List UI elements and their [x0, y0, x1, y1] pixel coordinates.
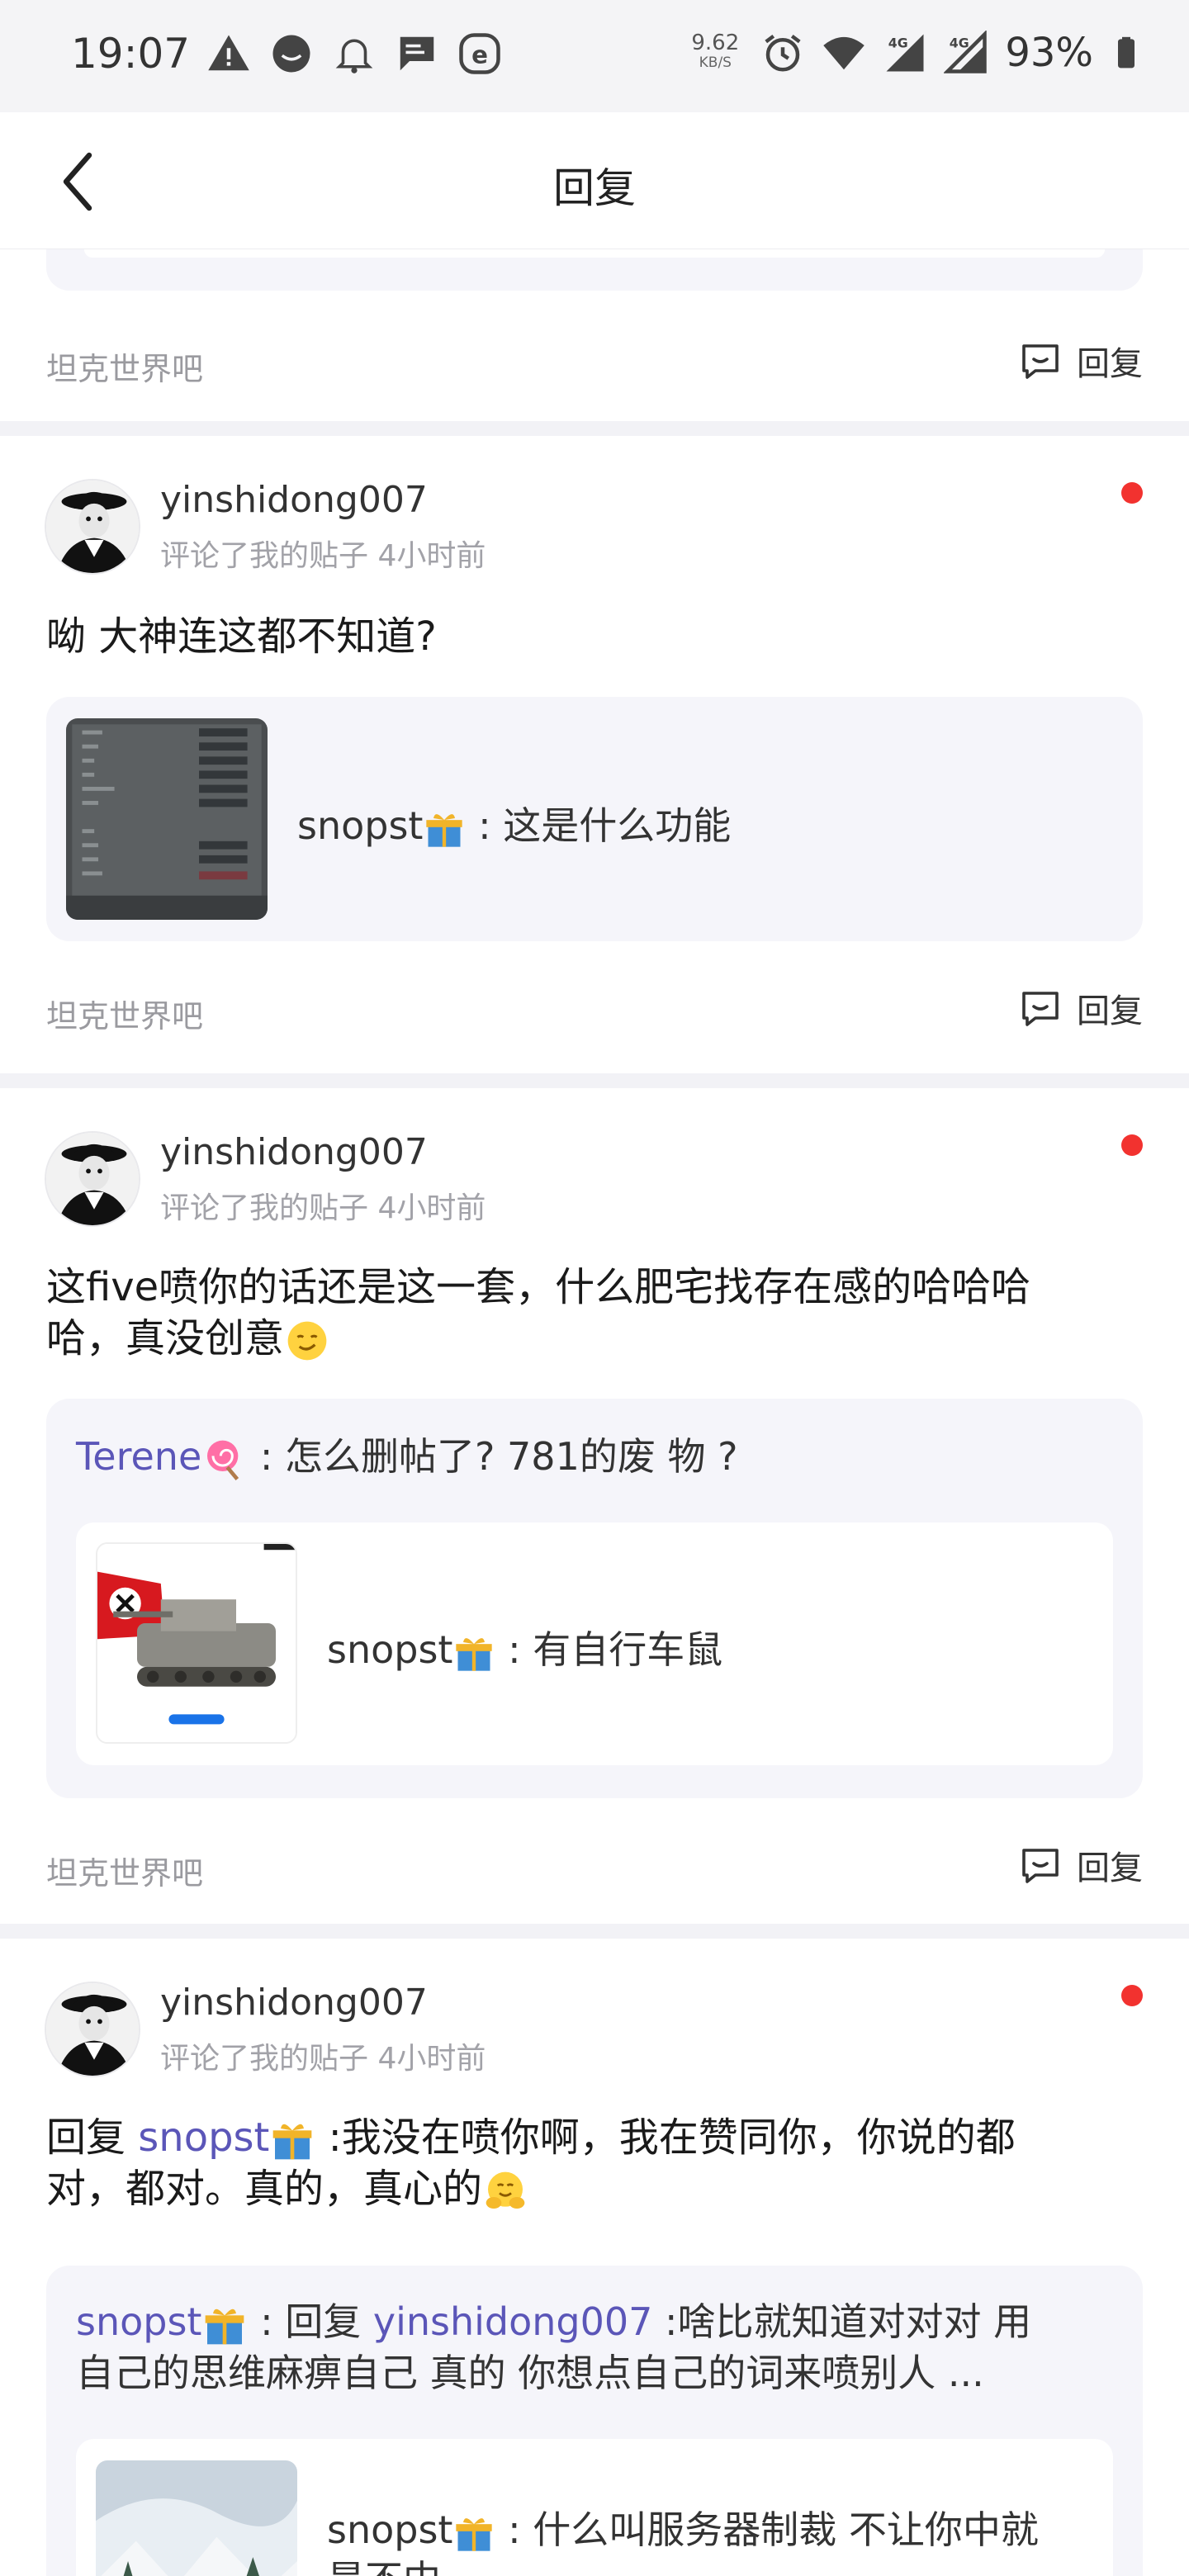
- cell-signal-icon: 4G: [886, 34, 924, 72]
- comment-text: 这five喷你的话还是这一套，什么肥宅找存在感的哈哈哈 哈，真没创意: [46, 1262, 1144, 1364]
- unread-dot: [1121, 1985, 1143, 2006]
- svg-text:4G: 4G: [888, 35, 908, 50]
- divider: [0, 1073, 1189, 1088]
- comment-text: 呦 大神连这都不知道?: [46, 613, 437, 660]
- svg-text:e: e: [471, 40, 488, 69]
- avatar-image: [46, 1133, 139, 1225]
- reply-icon: [1022, 344, 1059, 379]
- avatar-image: [46, 1983, 139, 2076]
- post-thumbnail[interactable]: [96, 2460, 297, 2576]
- username[interactable]: yinshidong007: [160, 1982, 428, 2024]
- forum-name[interactable]: 坦克世界吧: [46, 1848, 203, 1893]
- notification-card[interactable]: yinshidong007 评论了我的贴子 4小时前 这five喷你的话还是这一…: [0, 1088, 1189, 1922]
- reply-icon: [1022, 1849, 1059, 1883]
- reply-button[interactable]: 回复: [1019, 337, 1143, 385]
- nav-bar: 回复: [0, 112, 1189, 249]
- post-thumbnail[interactable]: [96, 1542, 297, 1744]
- message-icon: [400, 36, 434, 71]
- avatar[interactable]: [45, 479, 140, 575]
- page-title: 回复: [553, 164, 636, 212]
- quoted-post[interactable]: snopst : 回复 yinshidong007 :啥比就知道对对对 用 自己…: [46, 2266, 1143, 2576]
- notification-card[interactable]: yinshidong007 评论了我的贴子 4小时前 回复 snopst :我没…: [0, 1939, 1189, 2576]
- previous-quote-box: [46, 249, 1143, 291]
- bell-icon: [335, 39, 373, 73]
- notification-card[interactable]: yinshidong007 评论了我的贴子 4小时前 呦 大神连这都不知道? s…: [0, 436, 1189, 1080]
- lollipop-icon: [207, 1440, 239, 1480]
- status-bar: 19:07 e 9.62 KB/S 4G 4G 93%: [0, 0, 1189, 112]
- card-footer: 坦克世界吧 回复: [46, 1841, 1143, 1893]
- username[interactable]: yinshidong007: [160, 1131, 428, 1173]
- comment-meta: 评论了我的贴子 4小时前: [160, 2042, 486, 2076]
- gift-icon: [426, 813, 463, 847]
- gift-icon: [456, 2517, 493, 2551]
- quoted-caption: snopst : 什么叫服务器制裁 不让你中就 是不中: [327, 2505, 1039, 2576]
- system-icons: 9.62 KB/S 4G 4G 93%: [686, 30, 1143, 76]
- status-time: 19:07: [71, 30, 191, 78]
- alarm-icon: [765, 34, 801, 72]
- network-speed: 9.62 KB/S: [691, 31, 740, 71]
- forum-name[interactable]: 坦克世界吧: [46, 343, 203, 389]
- battery-icon: [1118, 36, 1135, 69]
- e-app-icon: e: [459, 33, 500, 74]
- quoted-caption: snopst : 有自行车鼠: [327, 1620, 722, 1674]
- notification-icons: e: [206, 31, 502, 76]
- avatar[interactable]: [45, 1131, 140, 1227]
- comment-meta: 评论了我的贴子 4小时前: [160, 1191, 486, 1225]
- mention-link[interactable]: snopst: [138, 2114, 269, 2161]
- smirk-emoji-icon: [287, 1321, 327, 1361]
- post-thumbnail[interactable]: [66, 718, 268, 920]
- comment-meta: 评论了我的贴子 4小时前: [160, 539, 486, 573]
- card-footer: 坦克世界吧 回复: [46, 337, 1143, 389]
- comment-text: 回复 snopst :我没在喷你啊，我在赞同你，你说的都 对，都对。真的，真心的: [46, 2112, 1144, 2214]
- hug-emoji-icon: [486, 2171, 525, 2209]
- quoted-post[interactable]: Terene : 怎么删帖了? 781的废 物 ? snopst : 有自行车鼠: [46, 1399, 1143, 1798]
- reply-button[interactable]: 回复: [1019, 984, 1143, 1032]
- username[interactable]: yinshidong007: [160, 479, 428, 521]
- nested-quote[interactable]: snopst : 有自行车鼠: [76, 1522, 1113, 1765]
- wifi-icon: [823, 36, 865, 70]
- divider: [0, 421, 1189, 436]
- quoted-caption: snopst : 这是什么功能: [297, 796, 731, 850]
- unread-dot: [1121, 482, 1143, 504]
- avatar-image: [46, 481, 139, 573]
- forum-name[interactable]: 坦克世界吧: [46, 991, 203, 1036]
- reply-button[interactable]: 回复: [1019, 1841, 1143, 1889]
- gift-icon: [456, 1637, 493, 1671]
- chat-bubble-icon: [272, 35, 310, 73]
- card-footer: 坦克世界吧 回复: [46, 984, 1143, 1036]
- avatar[interactable]: [45, 1982, 140, 2077]
- nested-quote[interactable]: snopst : 什么叫服务器制裁 不让你中就 是不中: [76, 2439, 1113, 2576]
- cell-signal-icon-2: 4G: [944, 31, 988, 73]
- quoted-text: Terene : 怎么删帖了? 781的废 物 ?: [76, 1432, 1125, 1483]
- divider: [0, 1924, 1189, 1939]
- quoted-text: snopst : 回复 yinshidong007 :啥比就知道对对对 用 自己…: [76, 2299, 1032, 2395]
- svg-text:4G: 4G: [950, 35, 969, 50]
- warning-icon: [208, 35, 249, 71]
- quoted-post[interactable]: snopst : 这是什么功能: [46, 697, 1143, 941]
- battery-percent: 93%: [1005, 30, 1093, 76]
- gift-icon: [206, 2308, 244, 2344]
- reply-icon: [1022, 992, 1059, 1026]
- gift-icon: [273, 2124, 312, 2160]
- unread-dot: [1121, 1134, 1143, 1156]
